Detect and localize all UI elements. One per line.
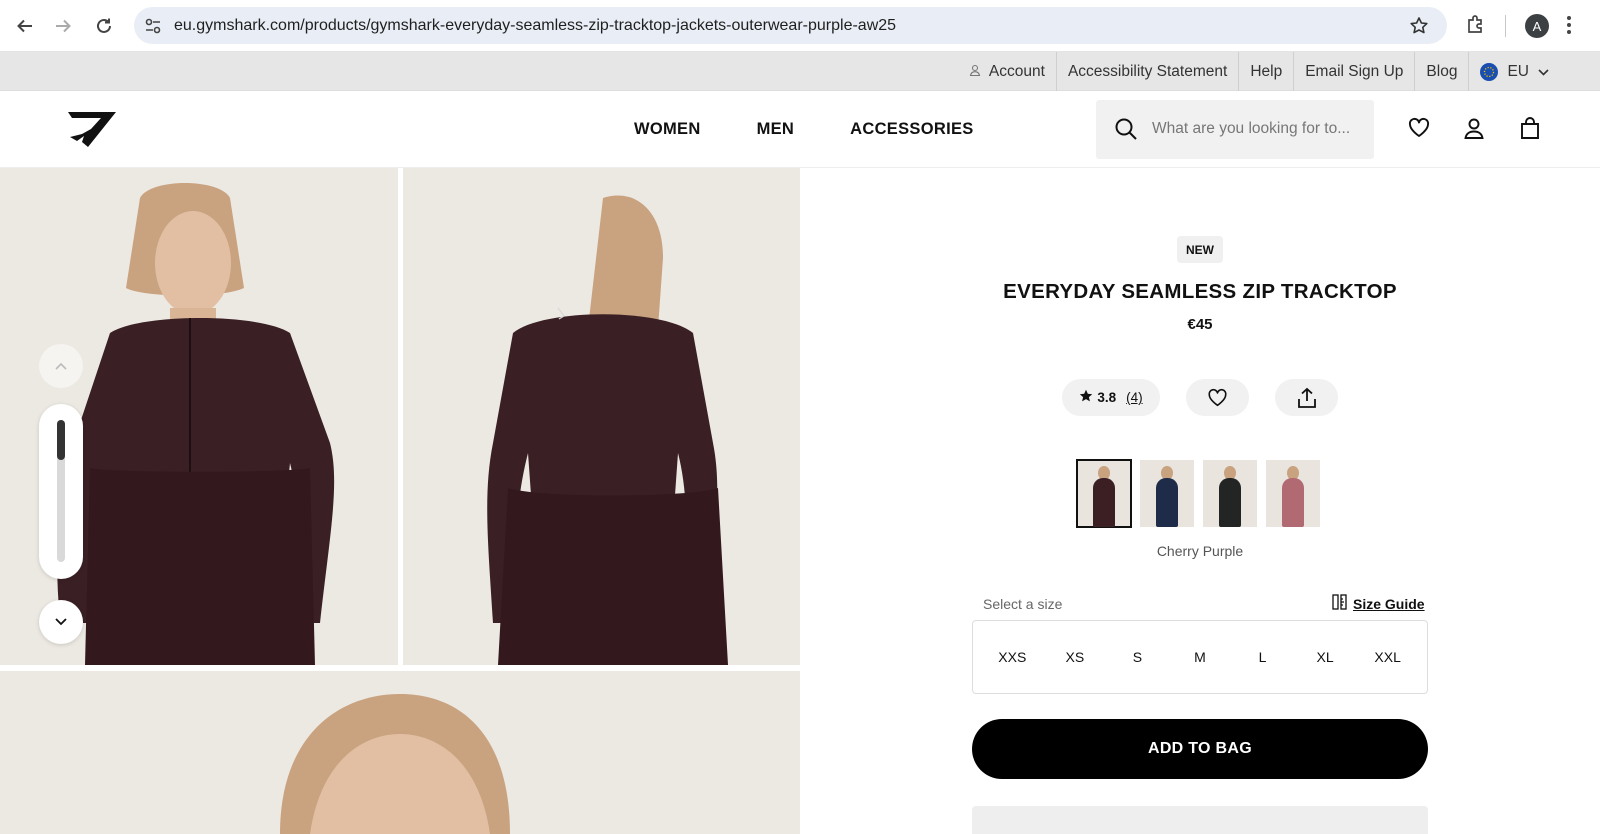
help-link[interactable]: Help xyxy=(1238,52,1293,91)
rating-value: 3.8 xyxy=(1097,390,1117,405)
profile-avatar[interactable]: A xyxy=(1525,14,1549,38)
toolbar-divider xyxy=(1505,15,1506,37)
product-price: €45 xyxy=(1187,316,1213,333)
product-title: EVERYDAY SEAMLESS ZIP TRACKTOP xyxy=(1003,280,1397,303)
account-label: Account xyxy=(988,62,1045,80)
heart-icon xyxy=(1208,388,1227,406)
size-option-xl[interactable]: XL xyxy=(1300,649,1350,665)
size-option-xxl[interactable]: XXL xyxy=(1363,649,1413,665)
url-text: eu.gymshark.com/products/gymshark-everyd… xyxy=(174,17,897,34)
select-size-label: Select a size xyxy=(983,596,1063,612)
forward-arrow-icon xyxy=(56,19,71,33)
forward-button[interactable] xyxy=(49,12,77,40)
secondary-panel xyxy=(972,806,1428,834)
nav-accessories[interactable]: ACCESSORIES xyxy=(850,120,973,139)
reload-icon xyxy=(97,18,111,33)
share-icon xyxy=(1297,387,1316,408)
search-placeholder: What are you looking for to... xyxy=(1152,120,1351,137)
eu-flag-icon xyxy=(1480,62,1499,81)
review-count[interactable]: (4) xyxy=(1126,390,1143,405)
blog-link[interactable]: Blog xyxy=(1414,52,1468,91)
browser-toolbar: eu.gymshark.com/products/gymshark-everyd… xyxy=(0,0,1600,52)
size-selector: XXS XS S M L XL XXL xyxy=(972,620,1428,694)
site-header: WOMEN MEN ACCESSORIES What are you looki… xyxy=(0,91,1600,168)
size-option-s[interactable]: S xyxy=(1112,649,1162,665)
color-swatches xyxy=(1076,459,1320,528)
gallery-scrollbar[interactable] xyxy=(39,404,83,579)
product-gallery xyxy=(0,168,800,834)
nav-women[interactable]: WOMEN xyxy=(634,120,701,139)
accessibility-statement-link[interactable]: Accessibility Statement xyxy=(1055,52,1238,91)
back-arrow-icon xyxy=(17,19,32,33)
size-option-l[interactable]: L xyxy=(1238,649,1288,665)
share-button[interactable] xyxy=(1275,379,1338,416)
gymshark-logo[interactable] xyxy=(66,107,118,156)
account-user-icon[interactable] xyxy=(1463,117,1485,144)
swatch-navy[interactable] xyxy=(1140,460,1194,527)
star-icon xyxy=(1079,389,1093,406)
product-image-back[interactable] xyxy=(403,168,800,665)
wishlist-heart-icon[interactable] xyxy=(1408,117,1430,144)
gallery-scroll-up-button[interactable] xyxy=(39,344,83,388)
selected-color-name: Cherry Purple xyxy=(1156,543,1244,559)
shopping-bag-icon[interactable] xyxy=(1519,117,1541,144)
swatch-rose[interactable] xyxy=(1266,460,1320,527)
site-info-icon[interactable] xyxy=(144,17,162,40)
browser-menu-icon[interactable] xyxy=(1566,14,1572,41)
account-link[interactable]: Account xyxy=(958,52,1056,91)
chevron-down-icon xyxy=(1538,63,1549,81)
search-icon xyxy=(1114,117,1138,146)
size-guide-label: Size Guide xyxy=(1353,595,1425,612)
size-guide-link[interactable]: Size Guide xyxy=(1332,594,1425,613)
add-to-bag-button[interactable]: ADD TO BAG xyxy=(972,719,1428,779)
rating-button[interactable]: 3.8 (4) xyxy=(1062,379,1160,416)
search-input[interactable]: What are you looking for to... xyxy=(1096,100,1374,159)
address-bar[interactable]: eu.gymshark.com/products/gymshark-everyd… xyxy=(134,7,1447,44)
back-button[interactable] xyxy=(11,12,39,40)
new-badge: NEW xyxy=(1177,236,1223,263)
chevron-up-icon xyxy=(55,362,67,370)
scrollbar-thumb[interactable] xyxy=(57,420,65,460)
swatch-cherry-purple[interactable] xyxy=(1076,459,1132,528)
size-option-xs[interactable]: XS xyxy=(1050,649,1100,665)
add-to-wishlist-button[interactable] xyxy=(1186,379,1249,416)
utility-bar: Account Accessibility Statement Help Ema… xyxy=(0,52,1600,91)
bookmark-star-icon[interactable] xyxy=(1409,16,1429,41)
region-label: EU xyxy=(1507,62,1529,80)
chevron-down-icon xyxy=(55,618,67,626)
size-option-m[interactable]: M xyxy=(1175,649,1225,665)
extensions-puzzle-icon[interactable] xyxy=(1465,13,1487,40)
user-icon xyxy=(969,63,981,81)
product-image-detail[interactable] xyxy=(0,671,800,834)
reload-button[interactable] xyxy=(90,12,118,40)
size-option-xxs[interactable]: XXS xyxy=(987,649,1037,665)
nav-men[interactable]: MEN xyxy=(757,120,795,139)
main-nav: WOMEN MEN ACCESSORIES xyxy=(634,91,974,168)
region-selector[interactable]: EU xyxy=(1468,52,1560,91)
email-signup-link[interactable]: Email Sign Up xyxy=(1293,52,1414,91)
swatch-black[interactable] xyxy=(1203,460,1257,527)
gallery-scroll-down-button[interactable] xyxy=(39,600,83,644)
ruler-icon xyxy=(1332,594,1348,613)
